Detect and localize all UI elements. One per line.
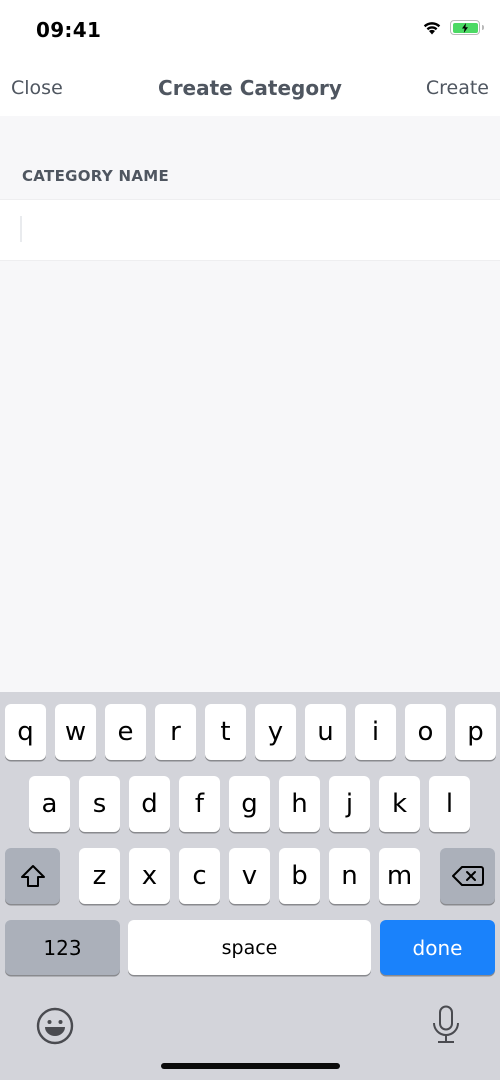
battery-icon — [450, 20, 484, 35]
category-name-row — [0, 199, 500, 261]
microphone-icon[interactable] — [431, 1005, 461, 1045]
key-m[interactable]: m — [379, 848, 420, 904]
key-q[interactable]: q — [5, 704, 46, 760]
key-h[interactable]: h — [279, 776, 320, 832]
key-k[interactable]: k — [379, 776, 420, 832]
navigation-bar: Close Create Category Create — [0, 60, 500, 116]
done-key[interactable]: done — [380, 920, 495, 975]
status-bar: 09:41 — [0, 0, 500, 60]
key-u[interactable]: u — [305, 704, 346, 760]
charging-bolt-icon — [462, 22, 468, 33]
status-time: 09:41 — [36, 18, 102, 42]
key-j[interactable]: j — [329, 776, 370, 832]
key-s[interactable]: s — [79, 776, 120, 832]
key-e[interactable]: e — [105, 704, 146, 760]
key-x[interactable]: x — [129, 848, 170, 904]
keyboard: 123 space done qwertyuiop asdfghjkl zxcvbn… — [0, 692, 500, 1080]
key-c[interactable]: c — [179, 848, 220, 904]
key-n[interactable]: n — [329, 848, 370, 904]
key-g[interactable]: g — [229, 776, 270, 832]
key-r[interactable]: r — [155, 704, 196, 760]
key-a[interactable]: a — [29, 776, 70, 832]
key-v[interactable]: v — [229, 848, 270, 904]
status-icons — [422, 20, 484, 35]
shift-key[interactable] — [5, 848, 60, 904]
numbers-key[interactable]: 123 — [5, 920, 120, 975]
key-z[interactable]: z — [79, 848, 120, 904]
wifi-icon — [423, 22, 441, 35]
key-b[interactable]: b — [279, 848, 320, 904]
key-y[interactable]: y — [255, 704, 296, 760]
space-key[interactable]: space — [128, 920, 371, 975]
key-f[interactable]: f — [179, 776, 220, 832]
key-l[interactable]: l — [429, 776, 470, 832]
key-w[interactable]: w — [55, 704, 96, 760]
category-name-label: CATEGORY NAME — [22, 167, 170, 185]
key-t[interactable]: t — [205, 704, 246, 760]
shift-icon — [20, 865, 45, 887]
home-indicator — [161, 1063, 340, 1069]
key-d[interactable]: d — [129, 776, 170, 832]
key-p[interactable]: p — [455, 704, 496, 760]
key-o[interactable]: o — [405, 704, 446, 760]
backspace-icon — [451, 866, 484, 886]
delete-key[interactable] — [440, 848, 495, 904]
create-button[interactable]: Create — [426, 77, 489, 99]
category-name-input[interactable] — [20, 200, 480, 260]
emoji-icon[interactable] — [36, 1007, 74, 1045]
key-i[interactable]: i — [355, 704, 396, 760]
